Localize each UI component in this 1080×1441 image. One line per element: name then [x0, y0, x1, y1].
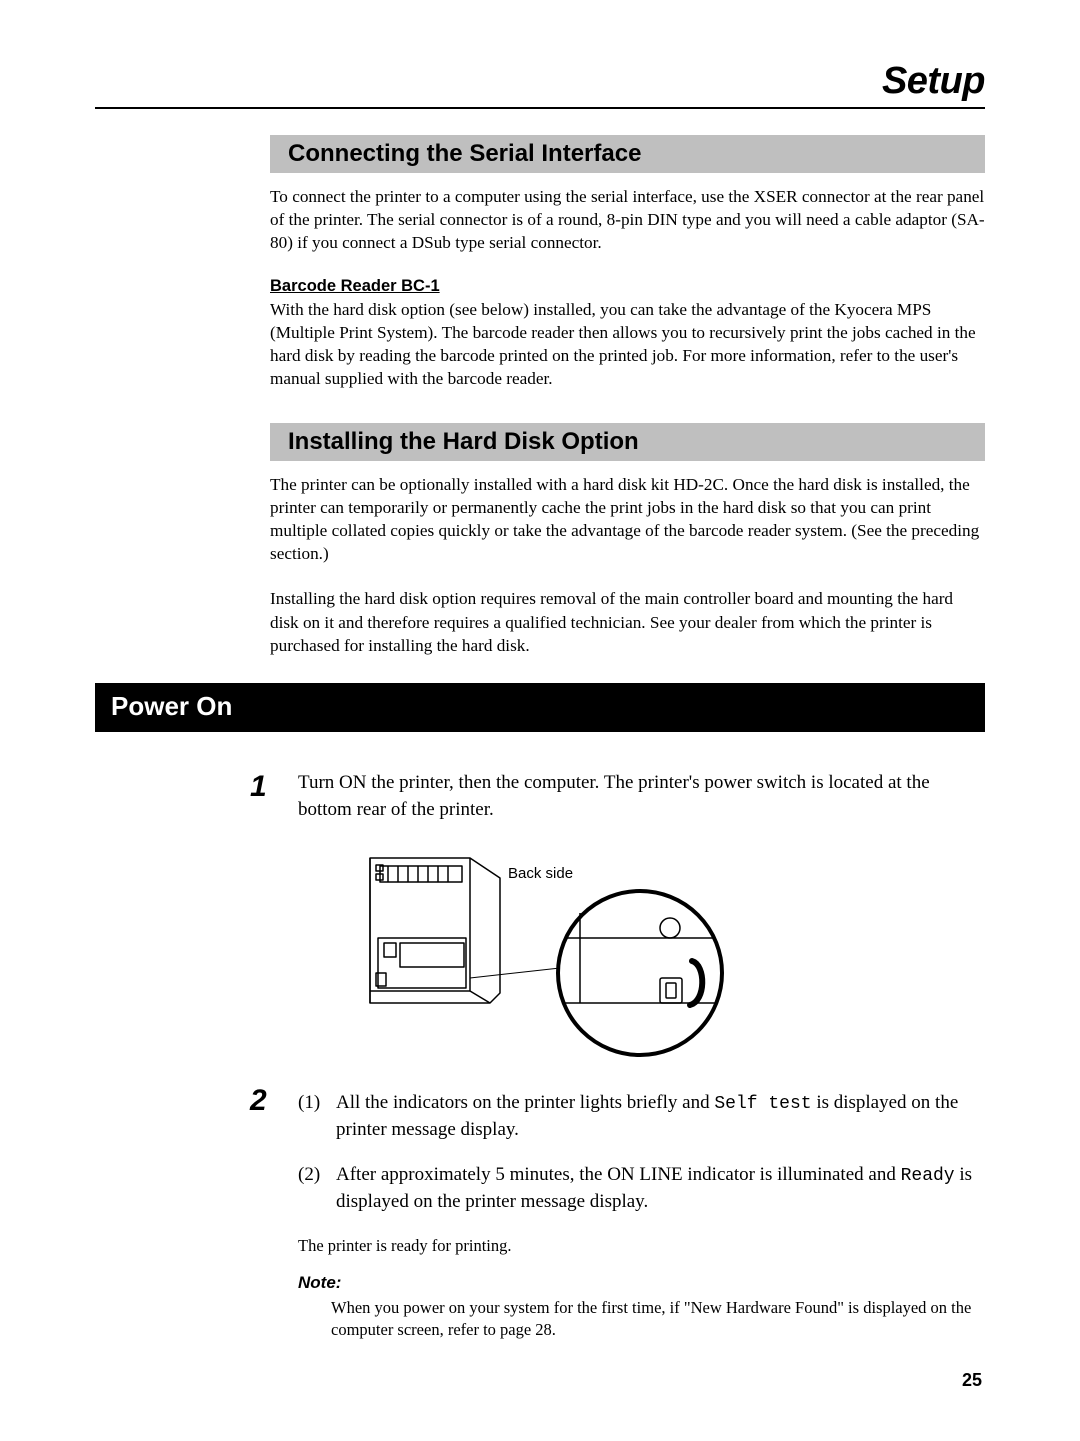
figure-label: Back side: [508, 865, 573, 882]
step-number-2: 2: [250, 1084, 298, 1341]
subhead-barcode: Barcode Reader BC-1: [270, 277, 985, 296]
step-body-1: Turn ON the printer, then the computer. …: [298, 770, 985, 823]
step-row-2: 2 (1) All the indicators on the printer …: [250, 1084, 985, 1341]
note-label: Note:: [298, 1271, 985, 1295]
substep-2: (2) After approximately 5 minutes, the O…: [298, 1162, 985, 1216]
page-number: 25: [962, 1370, 982, 1391]
para-hdd-1: The printer can be optionally installed …: [270, 473, 985, 566]
substep-2-mark: (2): [298, 1162, 336, 1216]
para-barcode: With the hard disk option (see below) in…: [270, 298, 985, 391]
figure-printer-back: Back side: [95, 843, 985, 1058]
section-heading-poweron: Power On: [95, 683, 985, 732]
substep-1-code: Self test: [714, 1094, 811, 1114]
ready-text: The printer is ready for printing.: [298, 1234, 985, 1257]
substep-1-mark: (1): [298, 1090, 336, 1144]
chapter-title: Setup: [95, 60, 985, 103]
para-hdd-2: Installing the hard disk option requires…: [270, 587, 985, 657]
step-row-1: 1 Turn ON the printer, then the computer…: [250, 770, 985, 823]
substep-1: (1) All the indicators on the printer li…: [298, 1090, 985, 1144]
step-number-1: 1: [250, 770, 298, 823]
note-body: When you power on your system for the fi…: [331, 1297, 985, 1342]
substep-2-a: After approximately 5 minutes, the ON LI…: [336, 1164, 901, 1185]
para-serial-1: To connect the printer to a computer usi…: [270, 185, 985, 255]
substep-1-a: All the indicators on the printer lights…: [336, 1092, 714, 1113]
section-heading-serial: Connecting the Serial Interface: [270, 135, 985, 173]
chapter-rule: [95, 107, 985, 109]
substep-2-code: Ready: [901, 1166, 955, 1186]
section-heading-hdd: Installing the Hard Disk Option: [270, 423, 985, 461]
